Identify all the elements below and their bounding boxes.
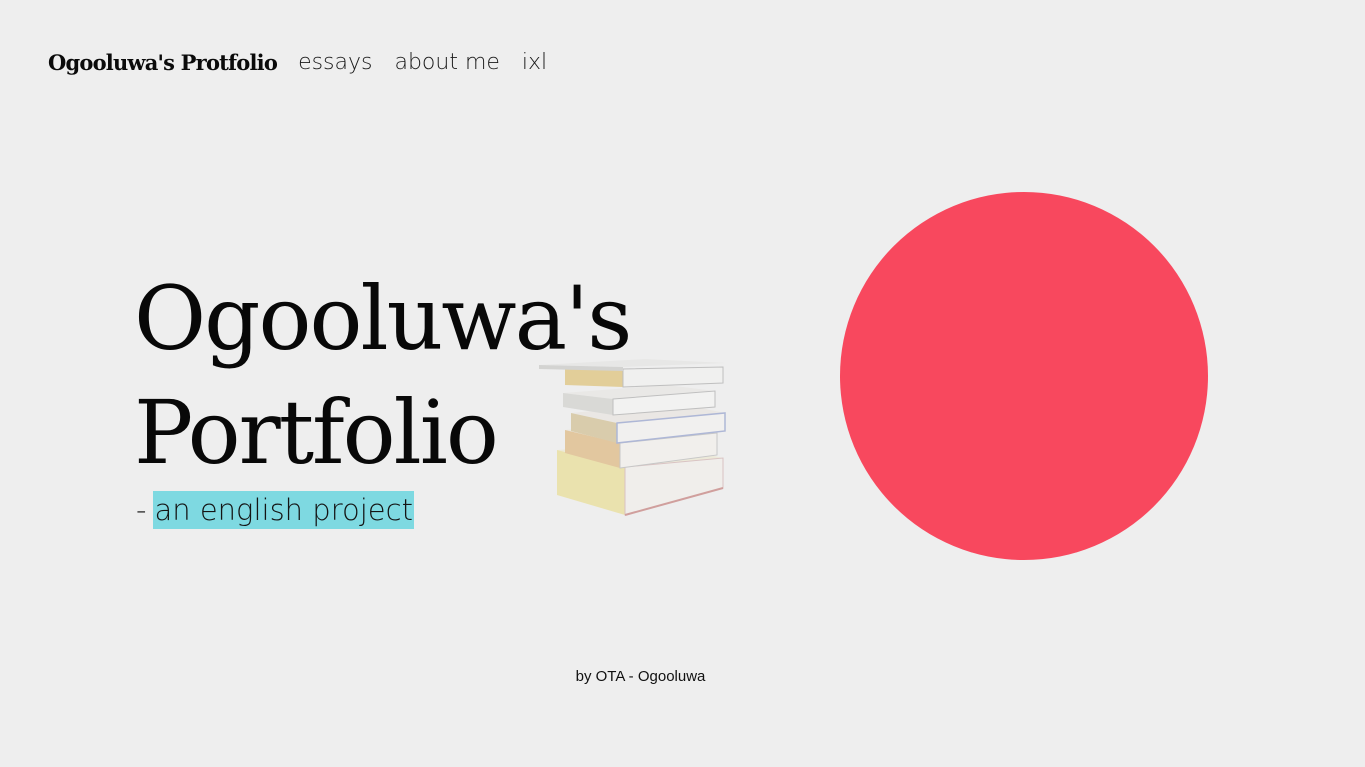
book-5: [539, 359, 727, 388]
nav-link-essays[interactable]: essays: [298, 50, 372, 75]
stacked-books-image: [539, 359, 727, 516]
top-nav: Ogooluwa's Protfolio essays about me ixl: [48, 40, 569, 84]
decorative-red-circle: [840, 192, 1208, 560]
brand-link[interactable]: Ogooluwa's Protfolio: [48, 50, 278, 75]
hero-subtitle: - an english project: [136, 491, 414, 529]
subtitle-dash: -: [136, 493, 147, 527]
footer-credit: by OTA - Ogooluwa: [575, 668, 706, 685]
nav-link-ixl[interactable]: ixl: [522, 50, 547, 75]
subtitle-highlight: an english project: [153, 491, 414, 529]
nav-link-about-me[interactable]: about me: [394, 50, 499, 75]
